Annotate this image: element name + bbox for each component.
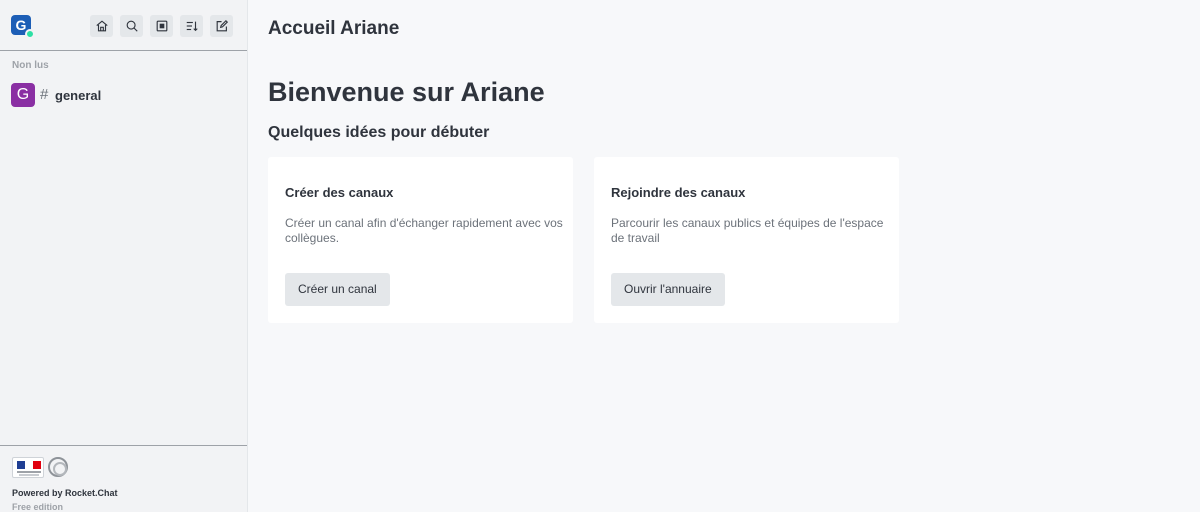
directory-icon xyxy=(156,20,167,32)
card-description: Créer un canal afin d'échanger rapidemen… xyxy=(285,216,563,245)
rocket-chat-logo-icon xyxy=(48,457,68,477)
card-title: Créer des canaux xyxy=(285,185,394,200)
sidebar-header: G xyxy=(0,0,247,51)
search-button[interactable] xyxy=(120,15,143,37)
welcome-heading: Bienvenue sur Ariane xyxy=(268,77,545,107)
getting-started-subtitle: Quelques idées pour débuter xyxy=(268,124,490,141)
room-avatar: G xyxy=(11,83,35,107)
powered-by-text: Powered by Rocket.Chat xyxy=(12,488,118,498)
card-description: Parcourir les canaux publics et équipes … xyxy=(611,216,884,245)
republique-francaise-logo xyxy=(12,457,44,478)
page-title: Accueil Ariane xyxy=(268,18,400,39)
sidebar-footer: Powered by Rocket.Chat Free edition xyxy=(0,445,247,512)
user-status-indicator xyxy=(25,29,35,39)
create-channels-card: Créer des canaux Créer un canal afin d'é… xyxy=(268,157,573,323)
unread-section-label: Non lus xyxy=(12,60,49,71)
edition-text: Free edition xyxy=(12,502,64,512)
open-directory-button[interactable]: Ouvrir l'annuaire xyxy=(611,273,725,306)
home-button[interactable] xyxy=(90,15,113,37)
sort-icon xyxy=(186,21,198,32)
card-title: Rejoindre des canaux xyxy=(611,185,746,200)
edit-icon xyxy=(216,19,228,32)
hash-icon: # xyxy=(40,86,49,103)
sidebar: G Non lus G # general Powered by Rocket.… xyxy=(0,0,248,512)
create-new-button[interactable] xyxy=(210,15,233,37)
sidebar-item-general[interactable]: G # general xyxy=(0,82,247,108)
search-icon xyxy=(126,20,138,32)
sort-button[interactable] xyxy=(180,15,203,37)
join-channels-card: Rejoindre des canaux Parcourir les canau… xyxy=(594,157,899,323)
create-channel-button[interactable]: Créer un canal xyxy=(285,273,390,306)
room-name: general xyxy=(55,88,102,103)
home-icon xyxy=(95,20,108,32)
main-content: Accueil Ariane Bienvenue sur Ariane Quel… xyxy=(248,0,1200,512)
directory-button[interactable] xyxy=(150,15,173,37)
